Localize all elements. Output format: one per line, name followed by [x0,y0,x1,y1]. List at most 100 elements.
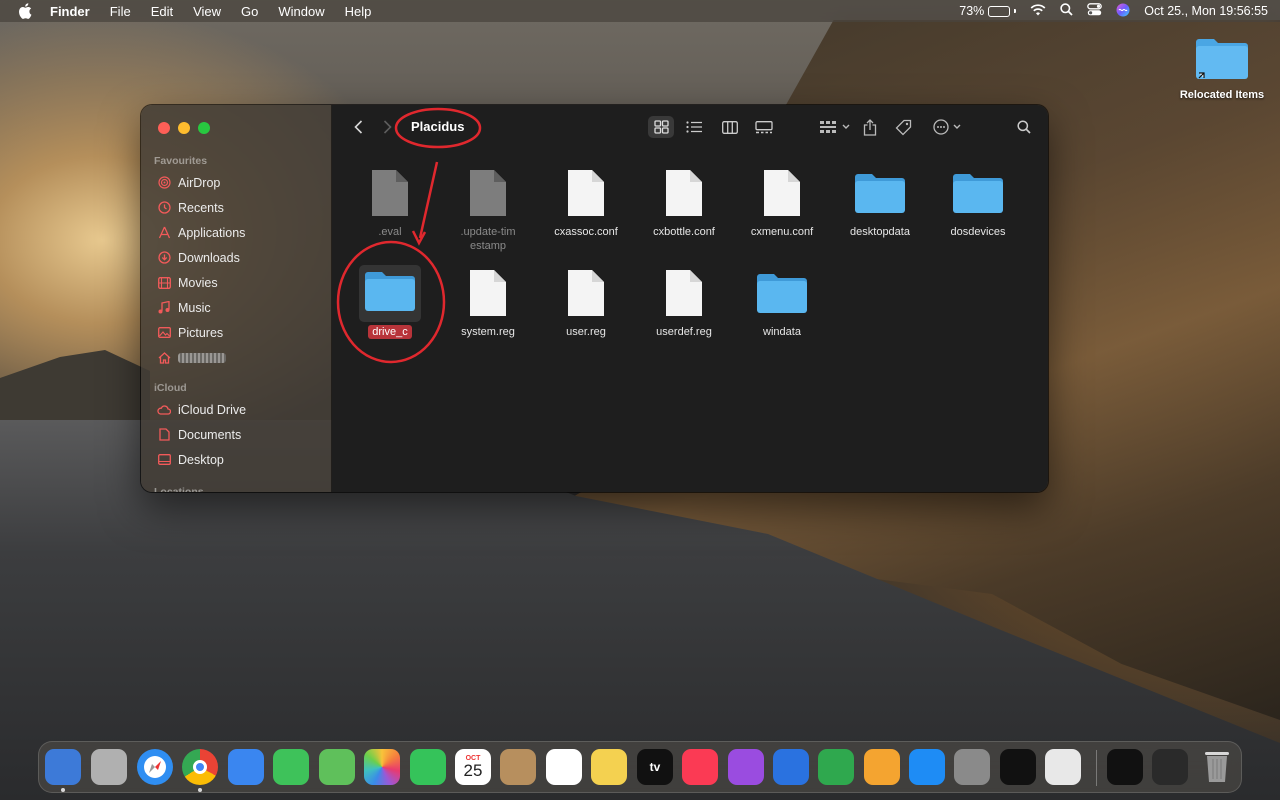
menu-window[interactable]: Window [278,4,324,19]
dock-chrome-icon[interactable] [182,749,218,785]
sidebar-item-label: Pictures [178,325,224,340]
film-icon [157,276,171,290]
dock-music-icon[interactable] [682,749,718,785]
sidebar-item-downloads[interactable]: Downloads [141,245,332,270]
file-item-eval[interactable]: .eval [341,161,439,239]
dock-app-store-icon[interactable] [909,749,945,785]
file-item-user-reg[interactable]: user.reg [537,261,635,339]
grid-icon [653,120,669,134]
sidebar-item-pictures[interactable]: Pictures [141,320,332,345]
battery-status[interactable]: 73% [959,4,1017,18]
document-file-icon [568,170,604,216]
dock-notes-icon[interactable] [591,749,627,785]
folder-item-windata[interactable]: windata [733,261,831,339]
share-button[interactable] [863,116,877,138]
dock-system-preferences-icon[interactable] [954,749,990,785]
siri-icon[interactable] [1116,3,1130,20]
column-view-button[interactable] [717,116,743,138]
dock-downloads-stack-icon[interactable] [1152,749,1188,785]
search-button[interactable] [1017,116,1031,138]
calendar-day: 25 [463,761,483,780]
file-name-label: desktopdata [850,226,910,238]
gallery-view-button[interactable] [751,116,777,138]
menu-file[interactable]: File [110,4,131,19]
file-item-cxassoc-conf[interactable]: cxassoc.conf [537,161,635,239]
file-item-cxmenu-conf[interactable]: cxmenu.conf [733,161,831,239]
dock-mail-icon[interactable] [228,749,264,785]
photo-icon [157,326,171,340]
menu-go[interactable]: Go [241,4,258,19]
dock-messages-icon[interactable] [273,749,309,785]
file-item-system-reg[interactable]: system.reg [439,261,537,339]
dock-safari-icon[interactable] [137,749,173,785]
home-icon [157,351,171,365]
folder-icon [365,271,415,311]
file-name-label: windata [763,326,801,338]
folder-item-desktopdata[interactable]: desktopdata [831,161,929,239]
dock-maps-icon[interactable] [319,749,355,785]
share-icon [863,118,877,136]
forward-button[interactable] [378,118,396,136]
music-note-icon [157,301,171,315]
dock-reminders-icon[interactable] [546,749,582,785]
dock-numbers-icon[interactable] [818,749,854,785]
sidebar-item-documents[interactable]: Documents [141,422,332,447]
file-item-update-timestamp[interactable]: .update-timestamp [439,161,537,253]
icon-view-button[interactable] [648,116,674,138]
sidebar-item-label: iCloud Drive [178,402,247,417]
folder-item-dosdevices[interactable]: dosdevices [929,161,1027,239]
dock-keynote-icon[interactable] [773,749,809,785]
tags-button[interactable] [895,116,912,138]
dock-contacts-icon[interactable] [500,749,536,785]
menu-help[interactable]: Help [345,4,372,19]
desktop-item-relocated-items[interactable]: Relocated Items [1176,34,1268,101]
document-file-icon [372,170,408,216]
dock-podcasts-icon[interactable] [728,749,764,785]
menu-view[interactable]: View [193,4,221,19]
dock-calendar-icon[interactable]: OCT 25 [455,749,491,785]
sidebar-item-airdrop[interactable]: AirDrop [141,170,332,195]
wifi-icon[interactable] [1030,3,1046,19]
sidebar-item-applications[interactable]: Applications [141,220,332,245]
sidebar-item-label: Music [178,300,211,315]
dock-trash-icon[interactable] [1199,749,1235,785]
dock-pages-icon[interactable] [864,749,900,785]
dock-facetime-icon[interactable] [410,749,446,785]
dock-crossover-icon[interactable] [1000,749,1036,785]
sidebar-item-recents[interactable]: Recents [141,195,332,220]
minimize-window-button[interactable] [178,122,190,134]
sidebar-item-music[interactable]: Music [141,295,332,320]
action-menu-button[interactable] [933,116,963,138]
dock-apple-tv-icon[interactable]: tv [637,749,673,785]
dock-photos-icon[interactable] [364,749,400,785]
file-item-cxbottle-conf[interactable]: cxbottle.conf [635,161,733,239]
document-file-icon [470,170,506,216]
back-button[interactable] [349,118,367,136]
menu-bar: Finder File Edit View Go Window Help 73%… [0,0,1280,22]
zoom-window-button[interactable] [198,122,210,134]
file-item-userdef-reg[interactable]: userdef.reg [635,261,733,339]
dock-launchpad-icon[interactable] [91,749,127,785]
window-title: Placidus [411,119,465,134]
sidebar-item-movies[interactable]: Movies [141,270,332,295]
cloud-icon [157,403,171,417]
battery-percent: 73% [959,4,985,18]
file-name-label: .eval [378,226,402,238]
dock-crossover-recent-icon[interactable] [1107,749,1143,785]
sidebar-item-icloud-drive[interactable]: iCloud Drive [141,397,332,422]
list-view-button[interactable] [681,116,707,138]
menu-edit[interactable]: Edit [151,4,173,19]
dock-preview-icon[interactable] [1045,749,1081,785]
apple-menu-icon[interactable] [18,3,34,19]
control-center-icon[interactable] [1087,3,1103,19]
close-window-button[interactable] [158,122,170,134]
group-by-button[interactable] [820,116,852,138]
sidebar-item-home[interactable] [141,345,332,370]
dock-finder-icon[interactable] [45,749,81,785]
spotlight-search-icon[interactable] [1060,3,1073,19]
clock-datetime[interactable]: Oct 25., Mon 19:56:55 [1144,4,1268,18]
menu-app-name[interactable]: Finder [50,4,90,19]
folder-item-drive-c[interactable]: drive_c [341,261,439,339]
sidebar-item-desktop[interactable]: Desktop [141,447,332,472]
view-mode-group [648,116,777,138]
